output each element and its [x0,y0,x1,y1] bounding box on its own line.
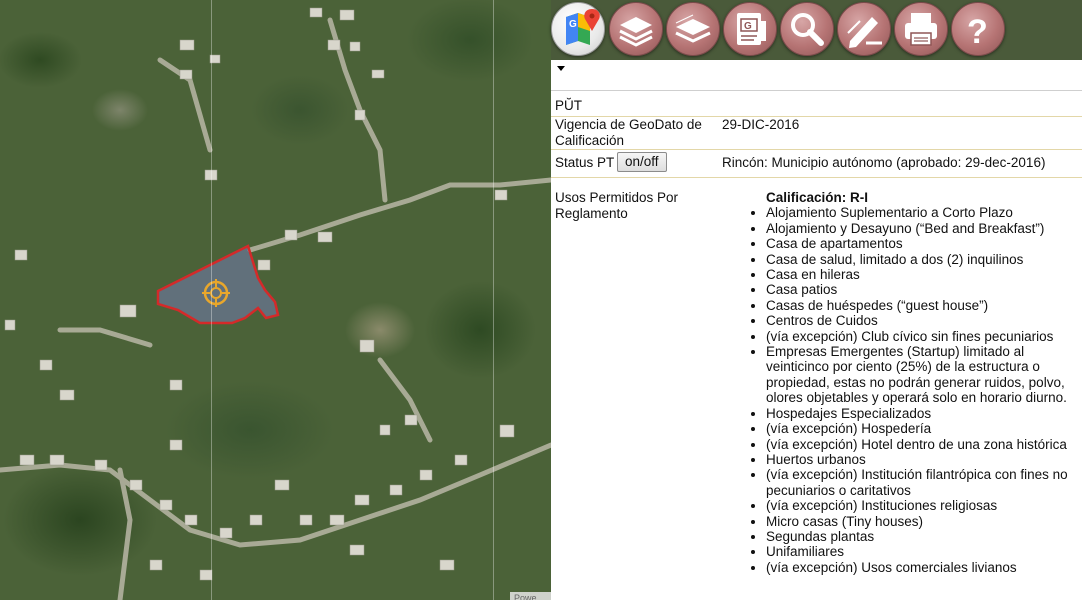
uso-item: Hospedajes Especializados [766,406,1072,421]
uso-item: Alojamiento Suplementario a Corto Plazo [766,205,1072,220]
usos-list: Calificación: R-I Alojamiento Suplementa… [752,190,1072,575]
put-label: PŬT [555,98,582,113]
stack-icon [675,14,711,43]
basemap-button[interactable] [666,2,720,56]
google-maps-button[interactable]: G [551,2,605,56]
print-button[interactable] [894,2,948,56]
layers-icon [619,17,653,47]
document-button[interactable]: G [723,2,777,56]
printer-icon [905,13,937,46]
uso-item: Casa en hileras [766,267,1072,282]
usos-items: Alojamiento Suplementario a Corto PlazoA… [752,205,1072,575]
satellite-map[interactable]: Powe [0,0,551,600]
uso-item: Huertos urbanos [766,452,1072,467]
status-label: Status PT [555,155,615,170]
info-panel: PŬT Vigencia de GeoDato de Calificación … [551,60,1082,600]
uso-item: Segundas plantas [766,529,1072,544]
uso-item: (vía excepción) Club cívico sin fines pe… [766,329,1072,344]
uso-item: (vía excepción) Hotel dentro de una zona… [766,437,1072,452]
uso-item: Alojamiento y Desayuno (“Bed and Breakfa… [766,221,1072,236]
uso-item: (vía excepción) Instituciones religiosas [766,498,1072,513]
status-value: Rincón: Municipio autónomo (aprobado: 29… [722,155,1046,170]
svg-text:G: G [744,21,752,32]
draw-button[interactable] [837,2,891,56]
svg-text:?: ? [967,13,988,51]
status-row: Status PT on/off Rincón: Municipio autón… [551,150,1082,178]
magnifier-icon [791,13,824,46]
map-attribution: Powe [510,592,551,600]
uso-item: Casa patios [766,282,1072,297]
map-grid-line [493,0,494,600]
put-row: PŬT [551,92,1082,117]
caret-down-icon[interactable] [557,66,565,71]
vigencia-label: Vigencia de GeoDato de Calificación [555,117,702,148]
uso-item: Unifamiliares [766,544,1072,559]
search-button[interactable] [780,2,834,56]
uso-item: (vía excepción) Hospedería [766,421,1072,436]
uso-item: Casas de huéspedes (“guest house”) [766,298,1072,313]
uso-item: Micro casas (Tiny houses) [766,514,1072,529]
question-icon: ? [967,13,988,51]
selected-parcel [156,244,280,325]
document-icon: G [737,13,766,45]
status-toggle-button[interactable]: on/off [617,152,667,172]
map-grid-line [211,0,212,600]
layers-button[interactable] [609,2,663,56]
uso-item: Casa de apartamentos [766,236,1072,251]
vigencia-value: 29-DIC-2016 [722,117,800,132]
uso-item: Casa de salud, limitado a dos (2) inquil… [766,252,1072,267]
uso-item: (vía excepción) Institución filantrópica… [766,467,1072,498]
map-features [0,7,551,600]
uso-item: (vía excepción) Usos comerciales liviano… [766,560,1072,575]
google-maps-icon: G [566,9,600,45]
vigencia-row: Vigencia de GeoDato de Calificación 29-D… [551,117,1082,150]
panel-collapse-bar[interactable] [551,60,1082,91]
toolbar: G G ? [551,0,1082,60]
pencil-icon [847,17,882,48]
uso-item: Centros de Cuidos [766,313,1072,328]
usos-label: Usos Permitidos Por Reglamento [555,190,679,221]
svg-text:G: G [569,19,577,30]
help-button[interactable]: ? [951,2,1005,56]
calificacion-title: Calificación: R-I [766,190,869,205]
uso-item: Empresas Emergentes (Startup) limitado a… [766,344,1072,406]
